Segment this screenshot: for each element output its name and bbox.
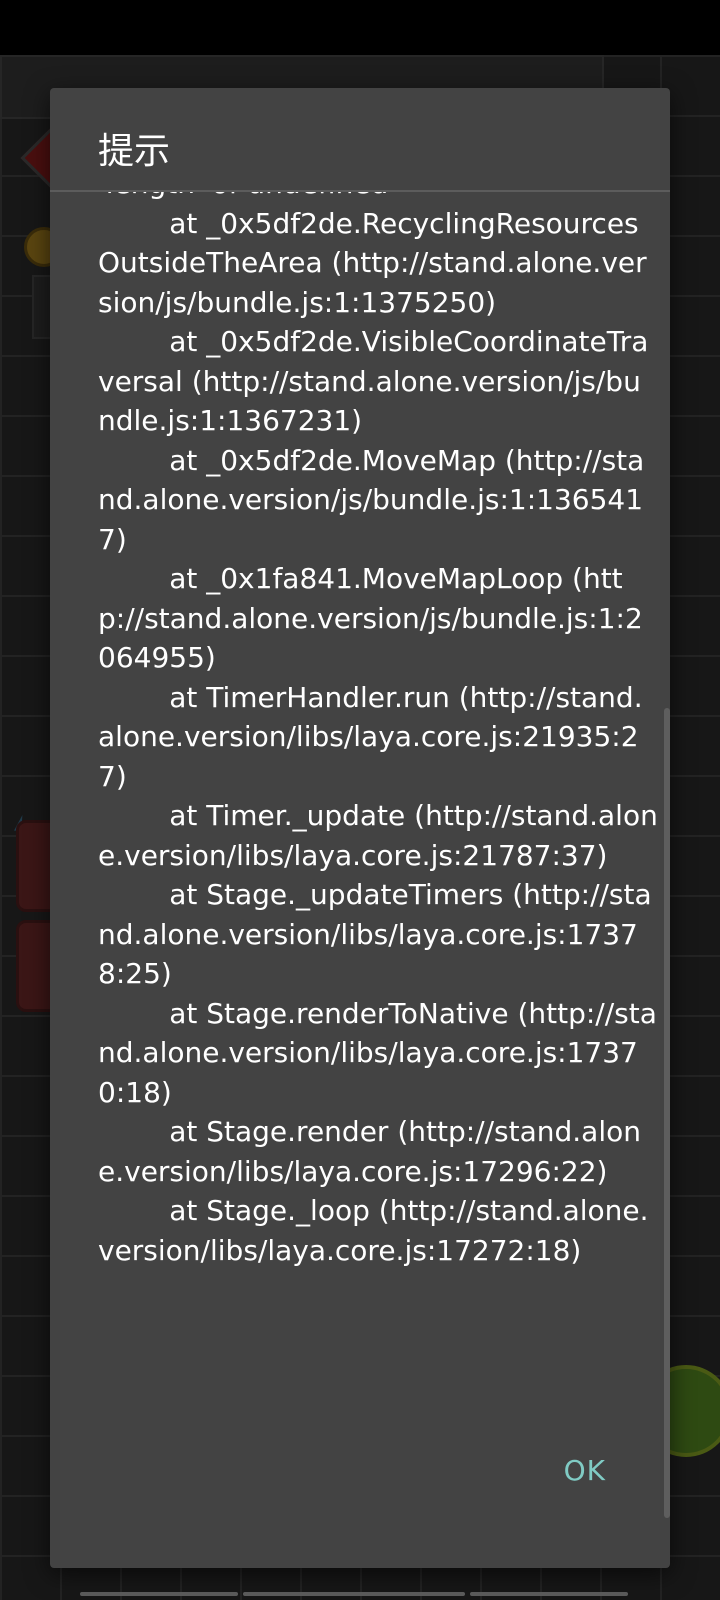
ok-button[interactable]: OK bbox=[548, 1442, 622, 1499]
nav-bar-segment bbox=[80, 1592, 238, 1596]
dialog-title: 提示 bbox=[98, 131, 171, 172]
dialog-message-scroll-area[interactable]: 'length' of undefined at _0x5df2de.Recyc… bbox=[98, 192, 658, 1532]
nav-bar-segment bbox=[470, 1592, 628, 1596]
nav-bar-segment bbox=[243, 1592, 465, 1596]
screen: 提示 'length' of undefined at _0x5df2de.Re… bbox=[0, 0, 720, 1600]
dialog-message: 'length' of undefined at _0x5df2de.Recyc… bbox=[98, 192, 658, 1267]
scrollbar[interactable] bbox=[664, 708, 670, 1518]
alert-dialog: 提示 'length' of undefined at _0x5df2de.Re… bbox=[50, 88, 670, 1568]
